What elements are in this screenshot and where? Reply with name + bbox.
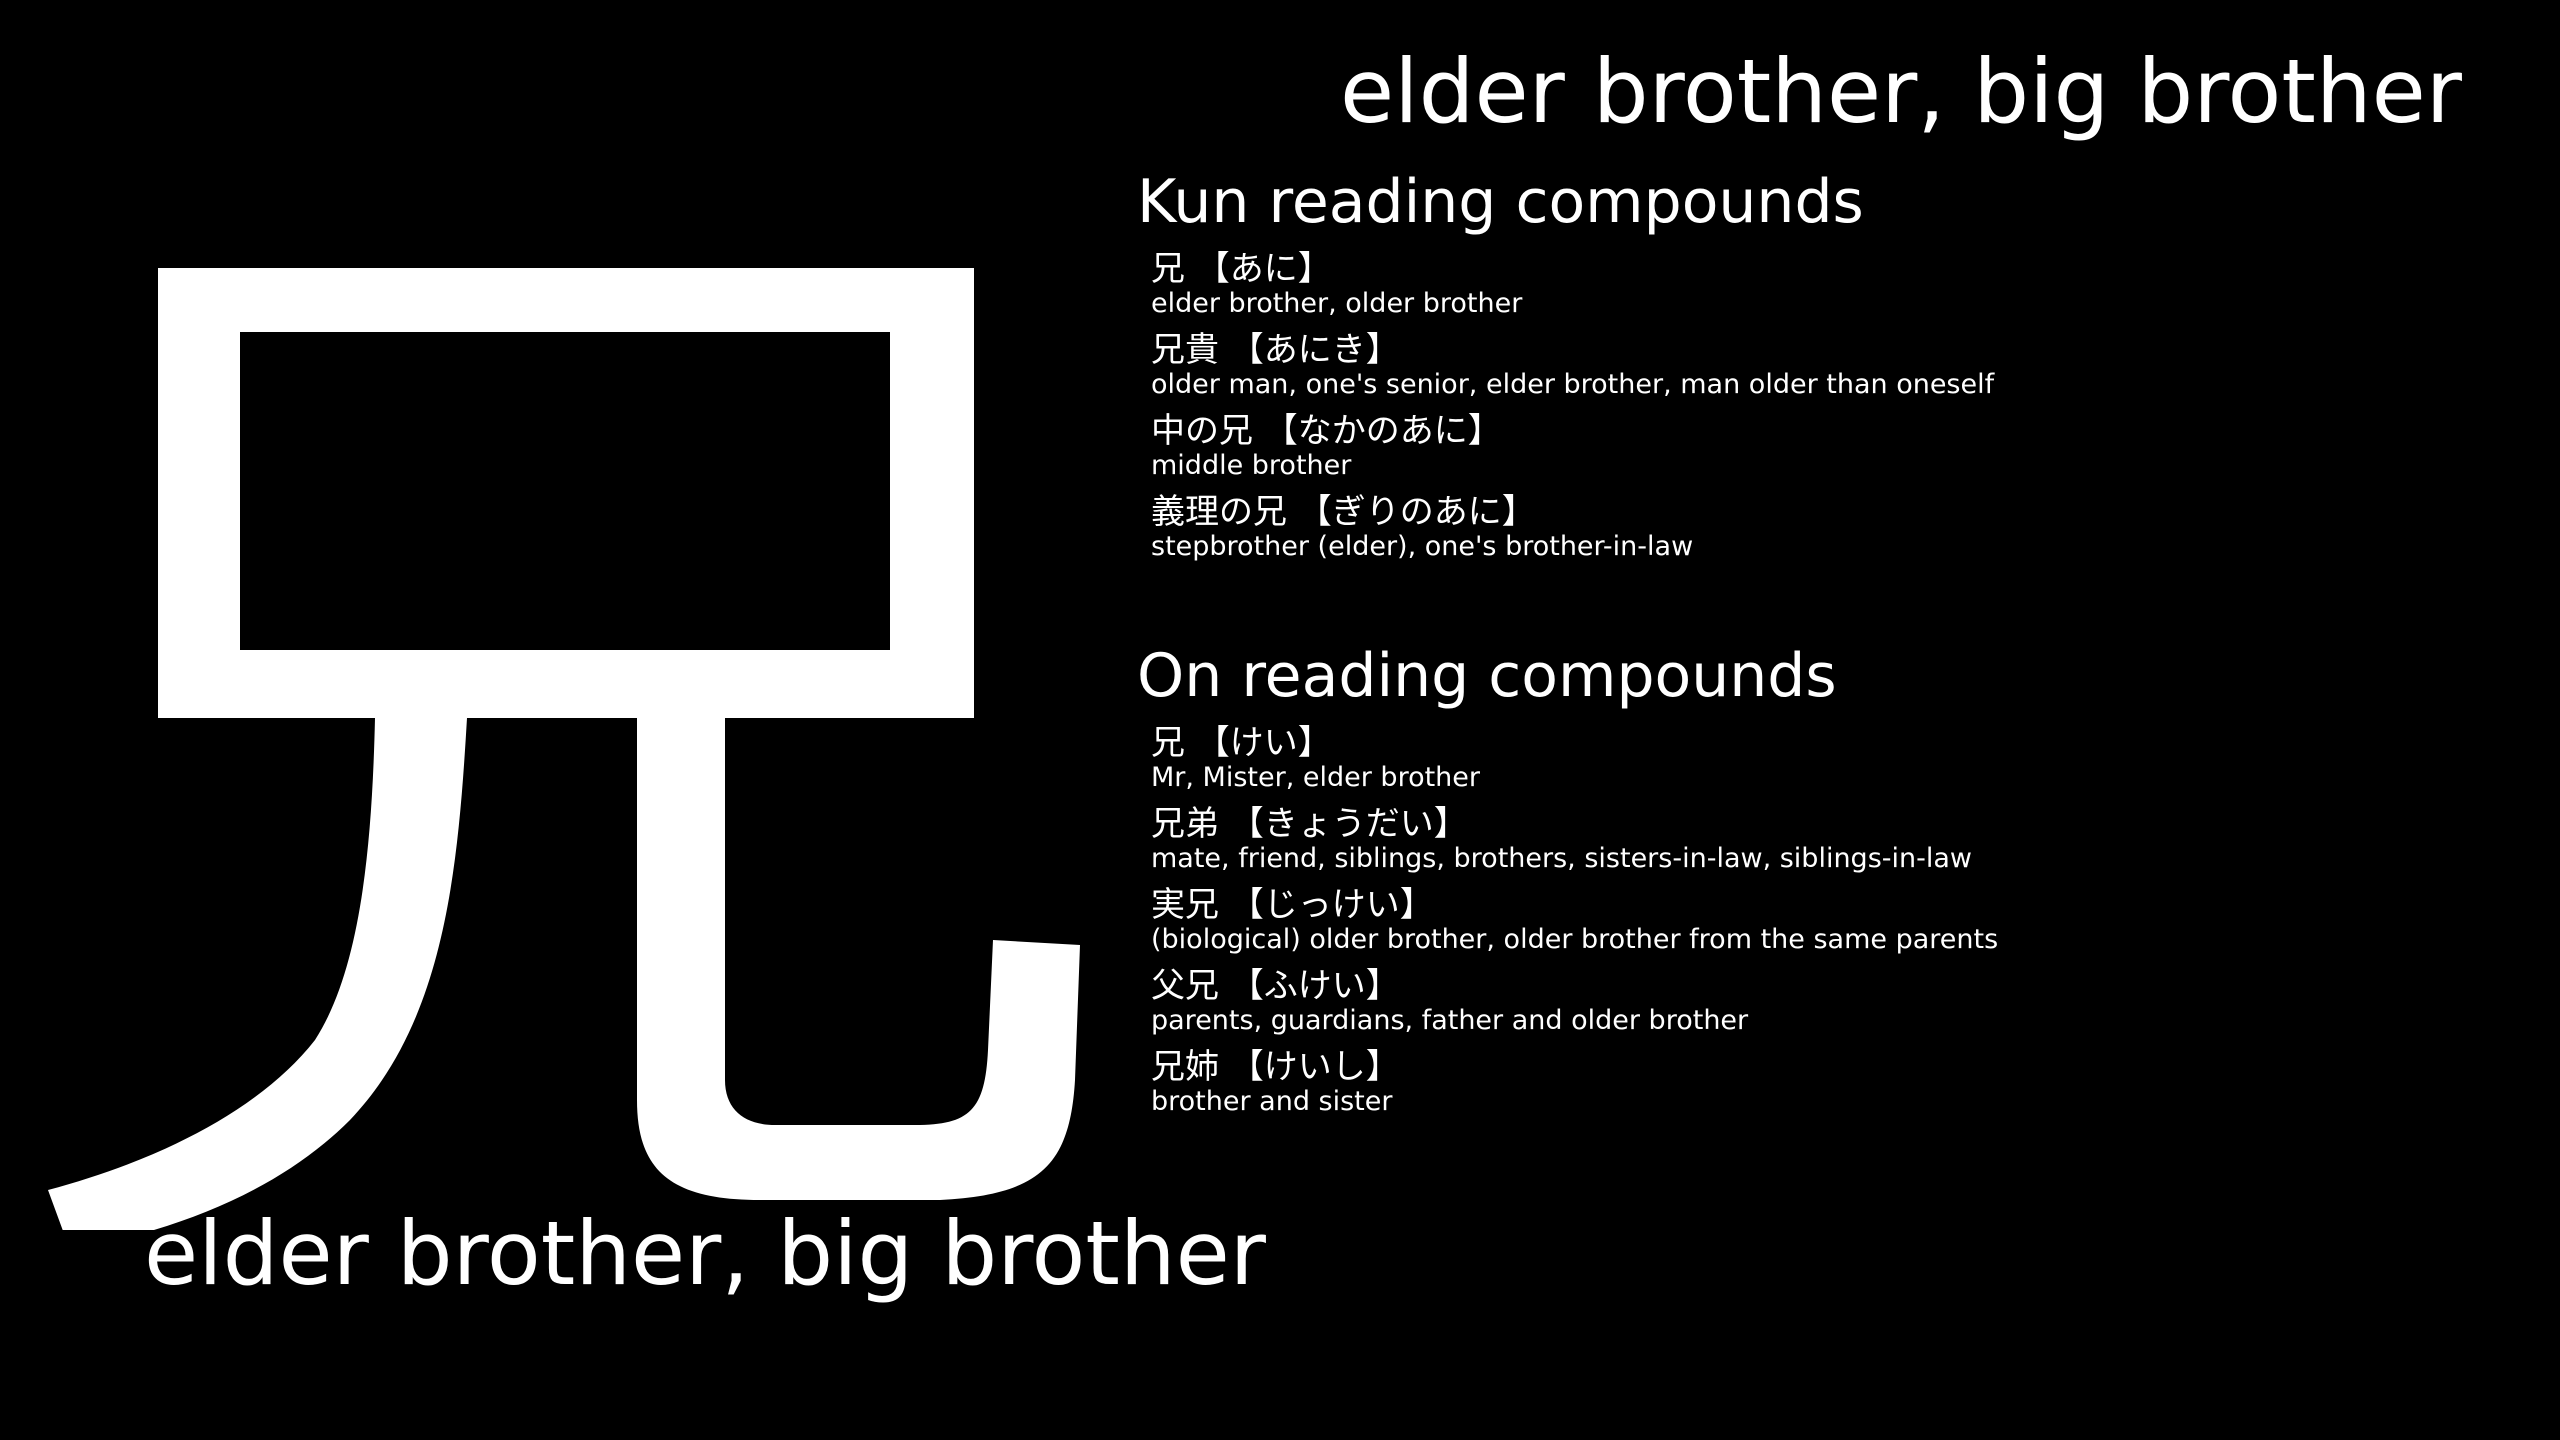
on-compound-item: 兄 【けい】 Mr, Mister, elder brother bbox=[1151, 724, 2517, 805]
compound-word: 義理の兄 【ぎりのあに】 bbox=[1151, 492, 1536, 532]
on-compound-item: 父兄 【ふけい】 parents, guardians, father and … bbox=[1151, 967, 2517, 1048]
on-compound-item: 実兄 【じっけい】 (biological) older brother, ol… bbox=[1151, 886, 2517, 967]
kanji-glyph bbox=[40, 250, 1100, 1230]
compound-definition: brother and sister bbox=[1151, 1086, 1393, 1117]
on-section-title: On reading compounds bbox=[1137, 641, 1837, 711]
header-meaning: elder brother, big brother bbox=[1340, 40, 2462, 143]
kun-compound-item: 義理の兄 【ぎりのあに】 stepbrother (elder), one's … bbox=[1151, 493, 2517, 574]
kun-compound-item: 兄貴 【あにき】 older man, one's senior, elder … bbox=[1151, 331, 2517, 412]
on-compound-item: 兄姉 【けいし】 brother and sister bbox=[1151, 1048, 2517, 1129]
compound-definition: older man, one's senior, elder brother, … bbox=[1151, 369, 1995, 400]
on-compound-item: 兄弟 【きょうだい】 mate, friend, siblings, broth… bbox=[1151, 805, 2517, 886]
compound-word: 兄 【けい】 bbox=[1151, 723, 1332, 763]
compound-definition: mate, friend, siblings, brothers, sister… bbox=[1151, 843, 1972, 874]
compound-definition: Mr, Mister, elder brother bbox=[1151, 762, 1481, 793]
kun-compound-item: 兄 【あに】 elder brother, older brother bbox=[1151, 250, 2517, 331]
kun-reading-section: Kun reading compounds 兄 【あに】 elder broth… bbox=[1137, 172, 2517, 574]
compound-word: 兄姉 【けいし】 bbox=[1151, 1047, 1400, 1087]
compound-word: 中の兄 【なかのあに】 bbox=[1151, 411, 1502, 451]
kun-compound-item: 中の兄 【なかのあに】 middle brother bbox=[1151, 412, 2517, 493]
compound-definition: elder brother, older brother bbox=[1151, 288, 1523, 319]
compound-definition: stepbrother (elder), one's brother-in-la… bbox=[1151, 531, 1694, 562]
compound-word: 実兄 【じっけい】 bbox=[1151, 885, 1434, 925]
compound-word: 兄貴 【あにき】 bbox=[1151, 330, 1400, 370]
kun-section-title: Kun reading compounds bbox=[1137, 167, 1864, 237]
compound-word: 兄 【あに】 bbox=[1151, 249, 1332, 289]
compound-definition: (biological) older brother, older brothe… bbox=[1151, 924, 1999, 955]
compound-definition: middle brother bbox=[1151, 450, 1352, 481]
kanji-meaning: elder brother, big brother bbox=[144, 1202, 1266, 1305]
on-reading-section: On reading compounds 兄 【けい】 Mr, Mister, … bbox=[1137, 646, 2517, 1129]
compound-definition: parents, guardians, father and older bro… bbox=[1151, 1005, 1749, 1036]
compound-word: 父兄 【ふけい】 bbox=[1151, 966, 1400, 1006]
compound-word: 兄弟 【きょうだい】 bbox=[1151, 804, 1468, 844]
